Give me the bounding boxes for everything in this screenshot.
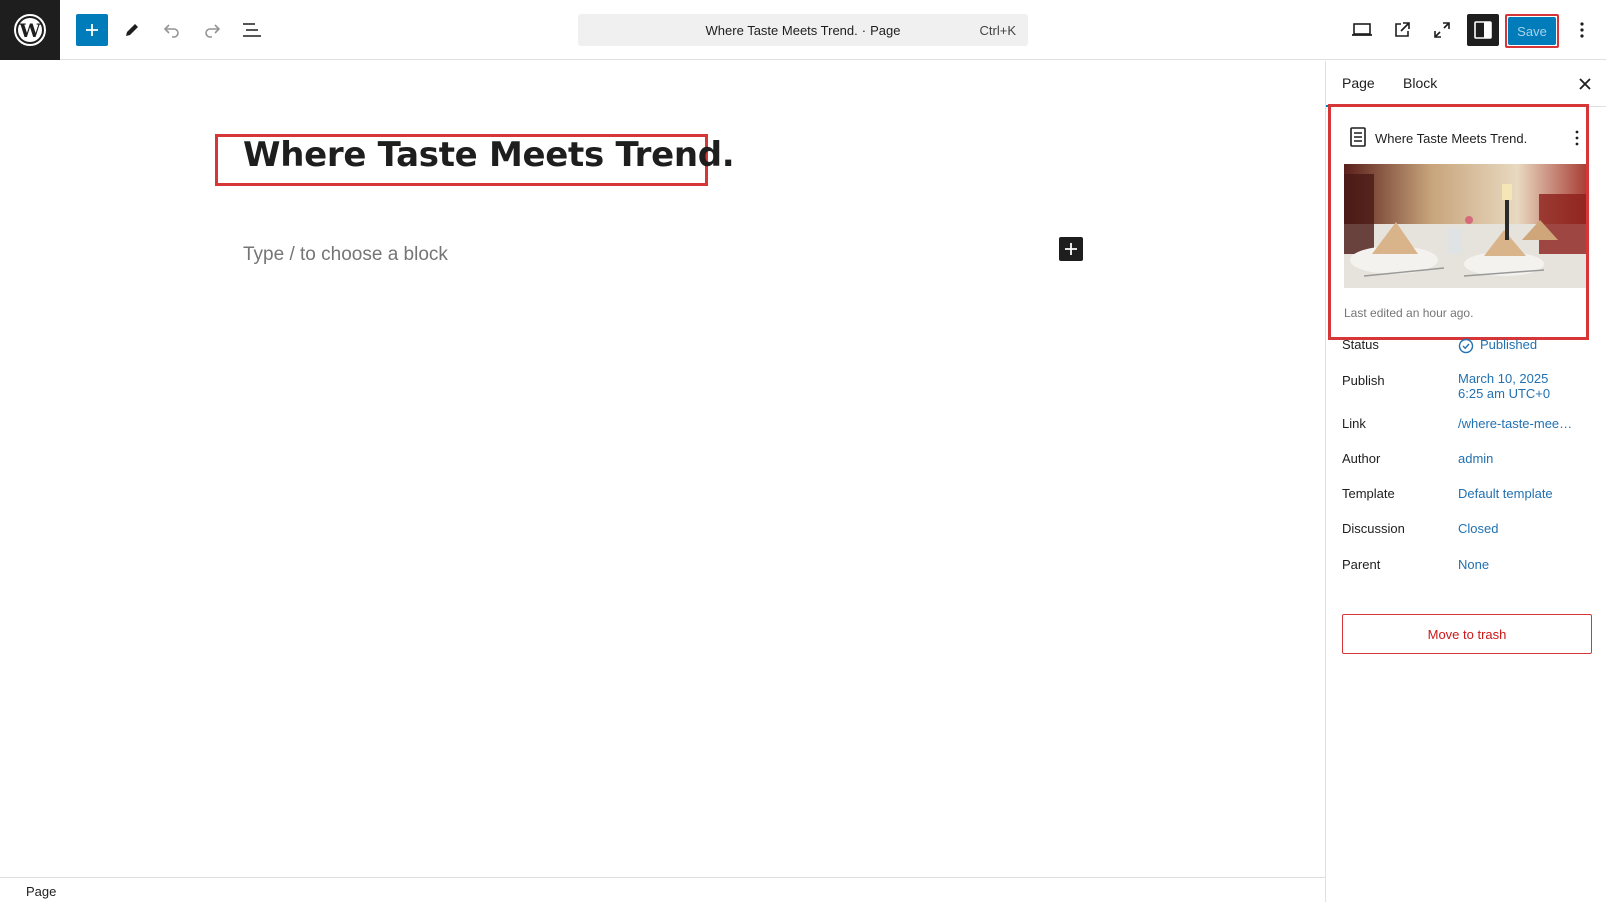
featured-image[interactable]: [1344, 164, 1586, 288]
save-button-highlight: Save: [1505, 14, 1559, 48]
summary-actions-button[interactable]: [1569, 127, 1585, 149]
editor-toolbar: W Where Taste Meets Trend. · Page Ctrl+K: [0, 0, 1606, 60]
fullscreen-icon: [1434, 22, 1450, 38]
plus-icon: [1065, 243, 1077, 255]
status-value-button[interactable]: Published: [1458, 337, 1537, 354]
preview-button[interactable]: [1346, 14, 1378, 46]
command-bar-shortcut: Ctrl+K: [979, 23, 1016, 38]
redo-icon: [205, 24, 221, 38]
kebab-menu-icon: [1575, 130, 1579, 146]
summary-title: Where Taste Meets Trend.: [1375, 131, 1528, 146]
meta-template-row: Template Default template: [1342, 486, 1602, 506]
close-icon: [1579, 78, 1591, 90]
dining-table-photo: [1344, 164, 1586, 288]
parent-value[interactable]: None: [1458, 557, 1489, 572]
parent-label: Parent: [1342, 557, 1381, 572]
close-sidebar-button[interactable]: [1574, 73, 1596, 95]
wordpress-icon: W: [14, 14, 46, 46]
status-label: Status: [1342, 337, 1379, 352]
summary-header: Where Taste Meets Trend.: [1331, 107, 1586, 167]
sidebar-icon: [1474, 21, 1492, 39]
document-icon: [1350, 127, 1366, 147]
list-view-icon: [243, 23, 261, 37]
meta-parent-row: Parent None: [1342, 557, 1602, 577]
document-overview-button[interactable]: [236, 14, 268, 46]
page-summary-panel: Where Taste Meets Trend. Last edited an …: [1328, 104, 1589, 340]
status-value: Published: [1480, 337, 1538, 352]
meta-link-row: Link /where-taste-mee…: [1342, 416, 1602, 436]
tab-page[interactable]: Page: [1342, 75, 1375, 91]
block-placeholder[interactable]: Type / to choose a block: [243, 244, 448, 266]
meta-discussion-row: Discussion Closed: [1342, 521, 1602, 541]
link-value[interactable]: /where-taste-mee…: [1458, 416, 1572, 431]
add-block-button[interactable]: [76, 14, 108, 46]
command-palette-bar[interactable]: Where Taste Meets Trend. · Page Ctrl+K: [578, 14, 1028, 46]
link-label: Link: [1342, 416, 1366, 431]
external-link-icon: [1395, 22, 1410, 37]
sidebar-tabs: Page Block: [1326, 61, 1606, 107]
meta-author-row: Author admin: [1342, 451, 1602, 471]
author-value[interactable]: admin: [1458, 451, 1493, 466]
kebab-menu-icon: [1580, 22, 1584, 38]
fullscreen-button[interactable]: [1426, 14, 1458, 46]
inline-add-block-button[interactable]: [1059, 237, 1083, 261]
publish-value-button[interactable]: March 10, 2025 6:25 am UTC+0: [1458, 371, 1550, 401]
discussion-label: Discussion: [1342, 521, 1405, 536]
author-label: Author: [1342, 451, 1381, 466]
pencil-icon: [126, 24, 138, 36]
redo-button[interactable]: [196, 14, 228, 46]
plus-icon: [86, 24, 98, 36]
editor-footer: Page: [0, 877, 1325, 902]
command-bar-title: Where Taste Meets Trend.: [705, 22, 858, 38]
publish-time: 6:25 am UTC+0: [1458, 386, 1551, 401]
breadcrumb[interactable]: Page: [26, 884, 56, 899]
template-value[interactable]: Default template: [1458, 486, 1553, 501]
last-edited-text: Last edited an hour ago.: [1344, 306, 1474, 320]
meta-publish-row: Publish March 10, 2025 6:25 am UTC+0: [1342, 371, 1602, 407]
editor-canvas: Where Taste Meets Trend. Type / to choos…: [0, 61, 1325, 877]
publish-label: Publish: [1342, 373, 1385, 388]
undo-icon: [163, 24, 179, 38]
command-bar-type: Page: [870, 22, 901, 38]
settings-sidebar: Page Block Where Taste Meets Trend. Last…: [1325, 61, 1606, 902]
svg-text:W: W: [18, 20, 41, 42]
meta-status-row: Status Published: [1342, 337, 1602, 357]
desktop-preview-icon: [1352, 23, 1372, 36]
command-bar-separator: ·: [861, 22, 867, 38]
publish-date: March 10, 2025: [1458, 371, 1549, 386]
undo-button[interactable]: [156, 14, 188, 46]
discussion-value[interactable]: Closed: [1458, 521, 1498, 536]
wordpress-logo-button[interactable]: W: [0, 0, 60, 60]
settings-sidebar-toggle[interactable]: [1467, 14, 1499, 46]
view-page-button[interactable]: [1386, 14, 1418, 46]
template-label: Template: [1342, 486, 1395, 501]
post-title[interactable]: Where Taste Meets Trend.: [243, 135, 735, 175]
tools-button[interactable]: [116, 14, 148, 46]
options-menu-button[interactable]: [1566, 14, 1598, 46]
move-to-trash-button[interactable]: Move to trash: [1342, 614, 1592, 654]
tab-block[interactable]: Block: [1403, 75, 1437, 91]
save-button[interactable]: Save: [1508, 17, 1556, 45]
check-circle-icon: [1458, 338, 1474, 353]
